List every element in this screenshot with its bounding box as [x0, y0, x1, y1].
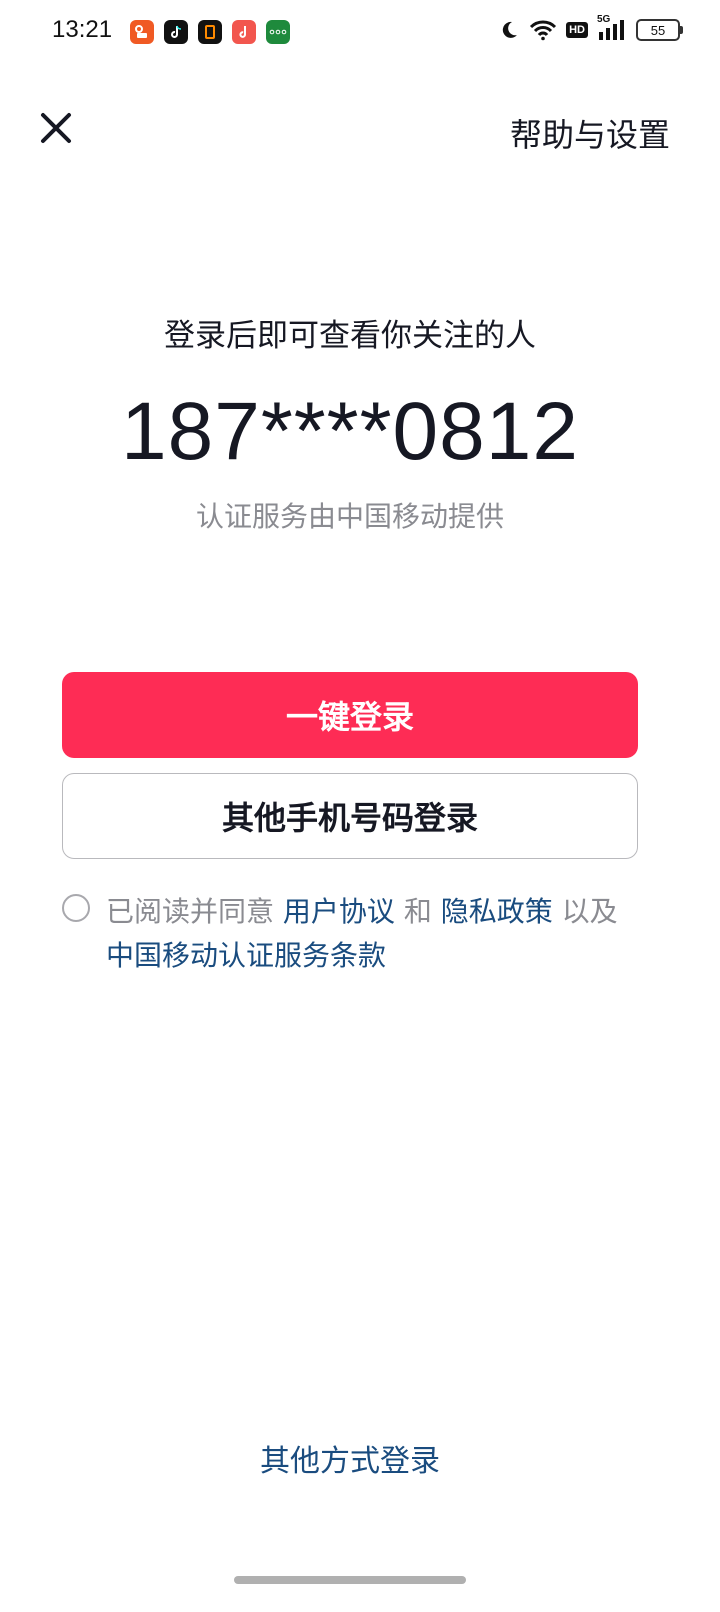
- hd-badge: HD: [566, 22, 588, 38]
- battery-indicator: 55: [636, 19, 683, 41]
- provider-note: 认证服务由中国移动提供: [195, 500, 504, 533]
- cellular-signal-icon: 5G: [597, 14, 627, 42]
- close-button[interactable]: [38, 110, 74, 146]
- masked-phone-number: 187****0812: [121, 386, 579, 477]
- kuaishou-app-icon: [130, 20, 154, 44]
- user-agreement-link[interactable]: 用户协议: [283, 895, 395, 928]
- agreement-and: 和: [394, 895, 441, 928]
- status-time: 13:21: [52, 16, 113, 43]
- wifi-icon: [530, 20, 557, 41]
- music-app-icon: [232, 20, 256, 44]
- agreement-also: 以及: [552, 895, 618, 928]
- close-icon: [41, 113, 71, 143]
- notification-icons: [130, 20, 290, 44]
- one-click-login-button[interactable]: 一键登录: [62, 672, 638, 758]
- moon-icon: [502, 21, 518, 38]
- other-phone-login-button[interactable]: 其他手机号码登录: [62, 773, 638, 859]
- home-indicator[interactable]: [234, 1576, 466, 1584]
- status-bar: 13:21 HD 5G 55: [0, 0, 720, 66]
- cmcc-terms-link[interactable]: 中国移动认证服务条款: [106, 939, 386, 972]
- other-login-methods-link[interactable]: 其他方式登录: [0, 1436, 700, 1480]
- login-page: 13:21 HD 5G 55 帮助与设置 登录后即可查看你关注的人 187***…: [0, 0, 720, 1612]
- agreement-text: 已阅读并同意 用户协议 和 隐私政策 以及 中国移动认证服务条款: [106, 890, 646, 978]
- help-settings-link[interactable]: 帮助与设置: [510, 110, 670, 156]
- status-indicators: HD 5G 55: [498, 14, 683, 42]
- douyin-app-icon: [164, 20, 188, 44]
- login-subtitle: 登录后即可查看你关注的人: [164, 318, 536, 354]
- agreement-checkbox[interactable]: [62, 894, 90, 922]
- privacy-policy-link[interactable]: 隐私政策: [441, 895, 553, 928]
- green-app-icon: [266, 20, 290, 44]
- agreement-prefix: 已阅读并同意: [106, 895, 283, 928]
- orange-box-app-icon: [198, 20, 222, 44]
